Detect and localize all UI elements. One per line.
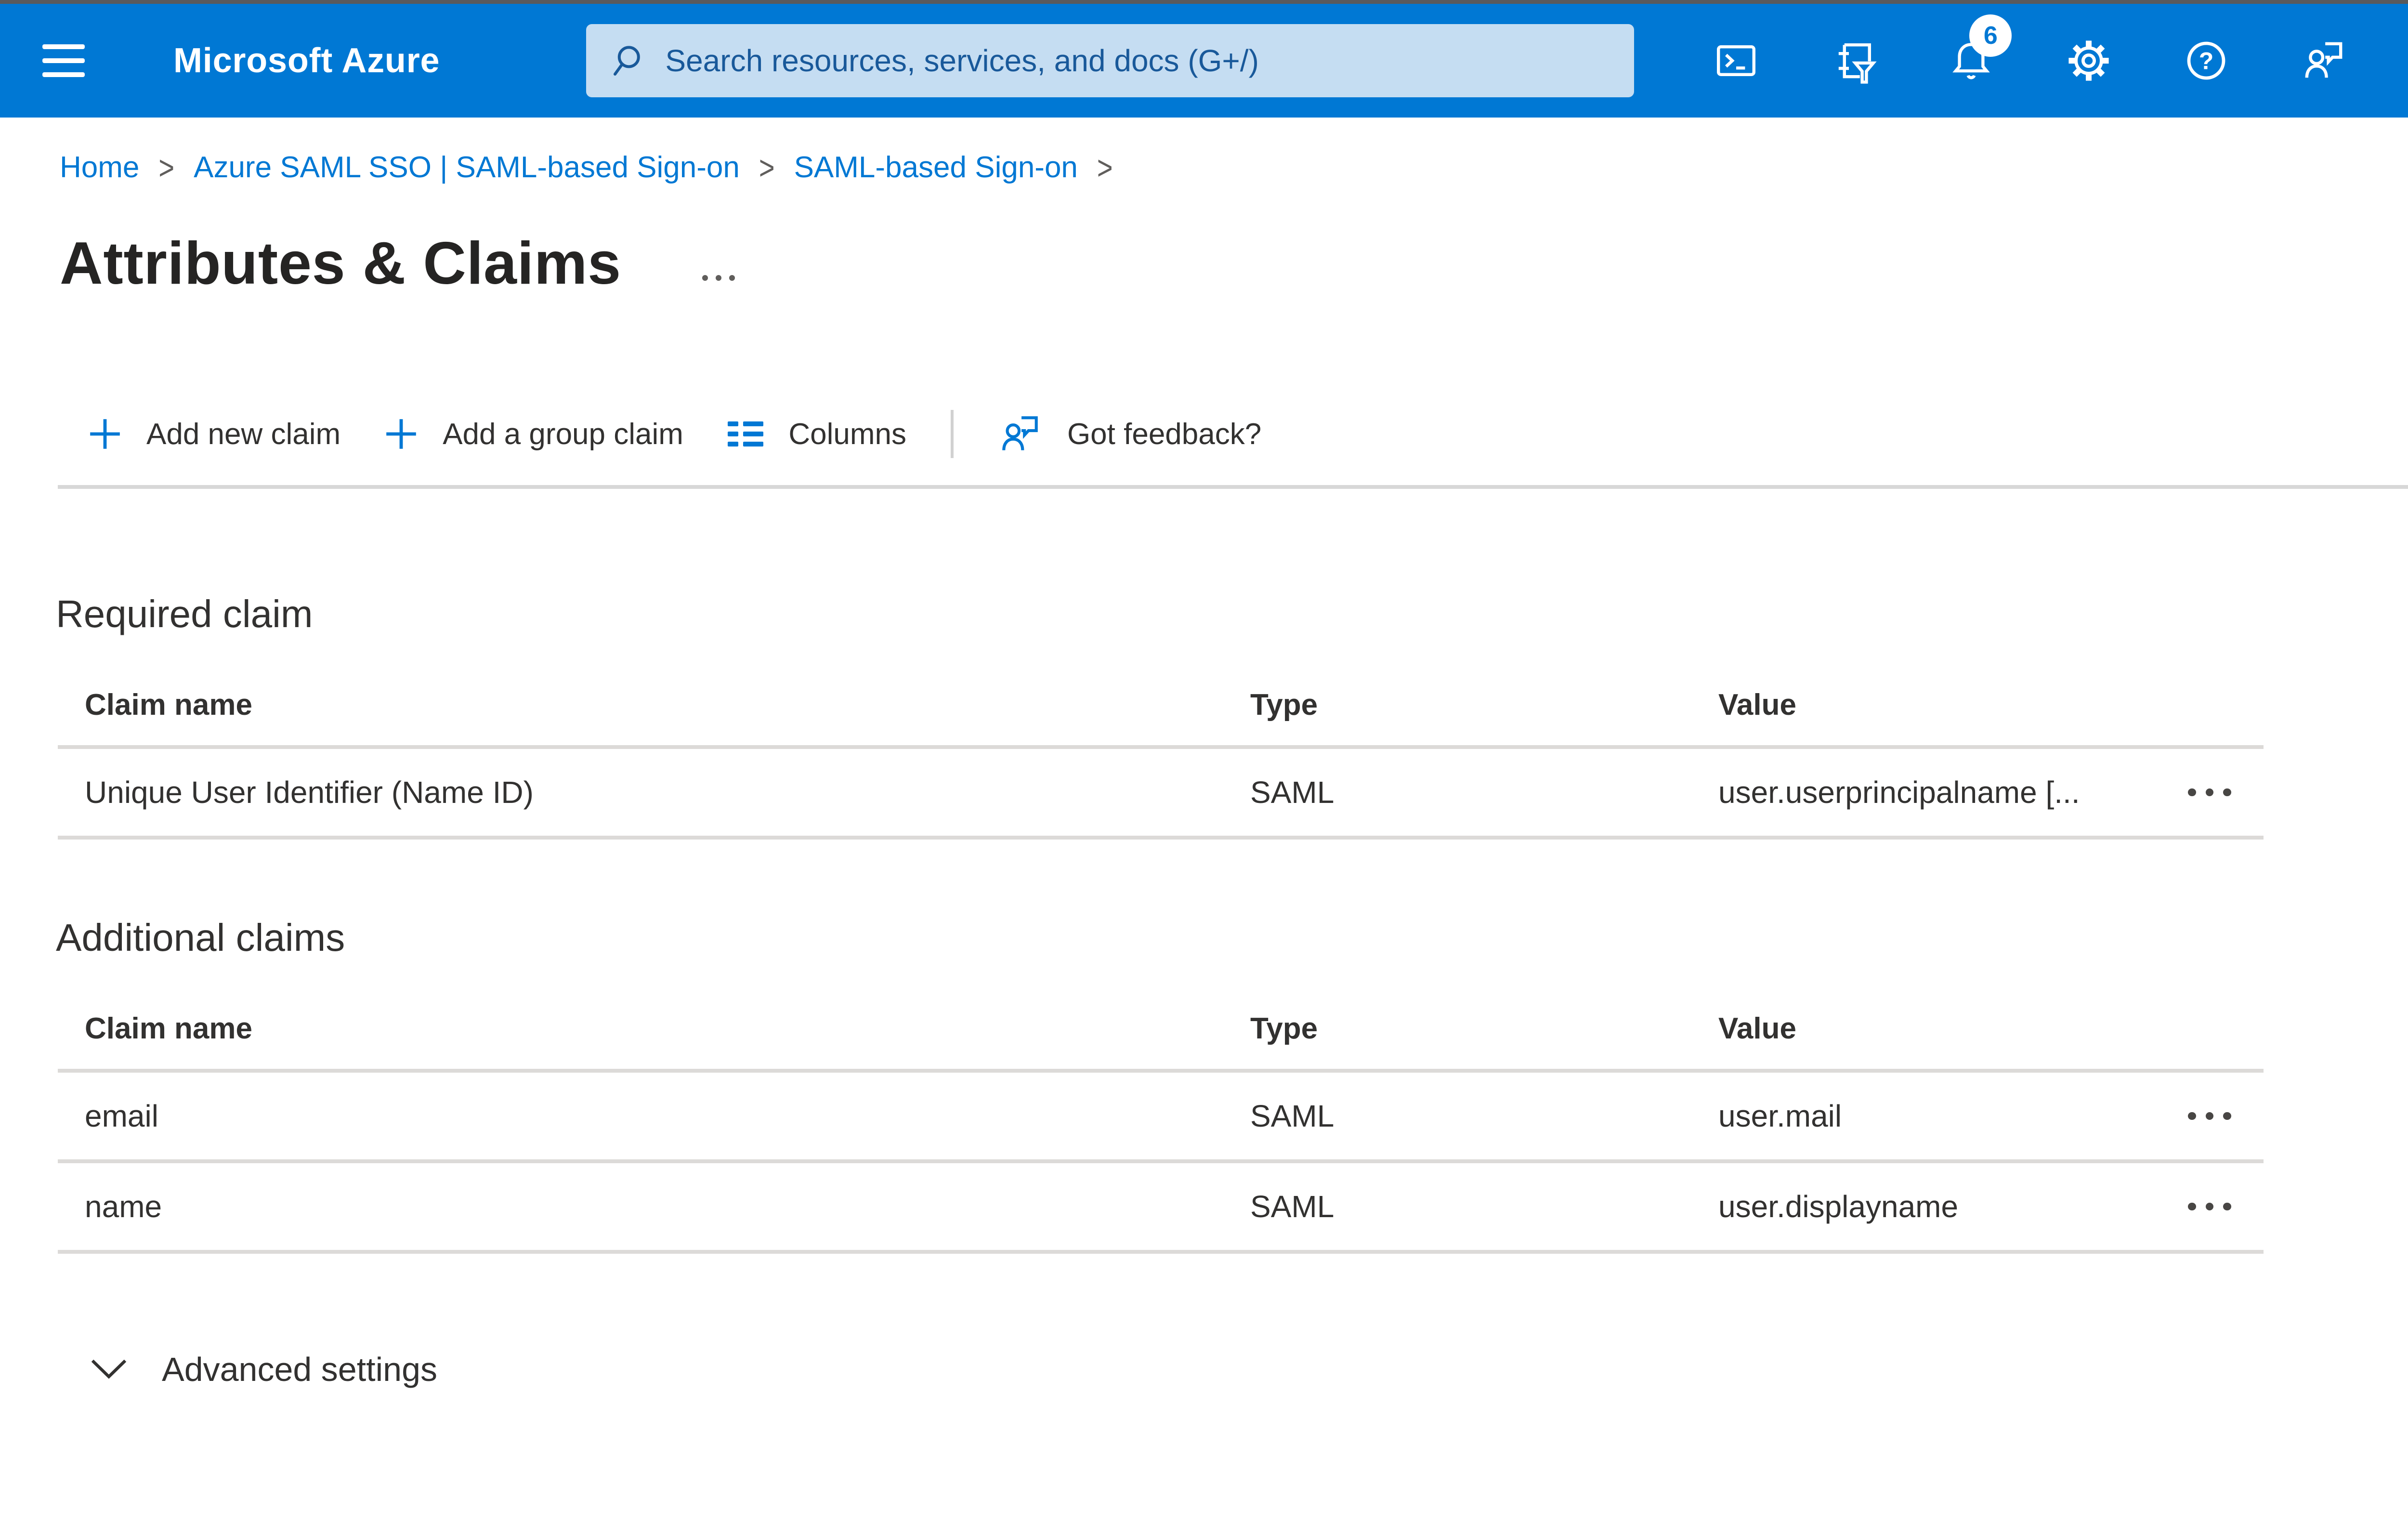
table-header-row: Claim name Type Value [58, 664, 2264, 749]
claim-value-cell: user.displayname [1718, 1189, 1959, 1224]
add-group-claim-label: Add a group claim [443, 417, 683, 451]
breadcrumb-separator: > [158, 148, 175, 186]
additional-claims-heading: Additional claims [56, 916, 345, 959]
claim-type-cell: SAML [1250, 1189, 1335, 1224]
directory-filter-button[interactable] [1831, 38, 1877, 84]
add-new-claim-label: Add new claim [146, 417, 341, 451]
table-row[interactable]: Unique User Identifier (Name ID) SAML us… [58, 749, 2264, 840]
settings-gear-icon [2068, 40, 2109, 81]
breadcrumb-separator: > [759, 148, 775, 186]
cloud-shell-button[interactable] [1713, 38, 1759, 84]
chevron-down-icon [91, 1359, 127, 1379]
claim-name-cell: name [85, 1189, 162, 1224]
azure-portal-window: Microsoft Azure Search resources, servic… [0, 0, 2408, 1523]
claim-value-cell: user.userprincipalname [... [1718, 775, 2080, 810]
add-new-claim-button[interactable]: Add new claim [89, 417, 340, 451]
plus-icon [90, 419, 120, 449]
directory-filter-icon [1839, 43, 1877, 84]
breadcrumb: Home > Azure SAML SSO | SAML-based Sign-… [60, 148, 2408, 186]
advanced-settings-label: Advanced settings [162, 1351, 438, 1388]
column-header-type: Type [1250, 1011, 1318, 1045]
got-feedback-label: Got feedback? [1067, 417, 1262, 451]
plus-icon [386, 419, 416, 449]
notification-badge[interactable]: 6 [1969, 14, 2012, 57]
feedback-button[interactable] [2301, 38, 2347, 84]
advanced-settings-toggle[interactable]: Advanced settings [91, 1350, 437, 1389]
column-header-value: Value [1718, 688, 1796, 722]
page-title: Attributes & Claims [60, 230, 621, 297]
feedback-icon [2305, 42, 2343, 78]
breadcrumb-separator: > [1097, 148, 1113, 186]
columns-button[interactable]: Columns [727, 417, 906, 451]
breadcrumb-link-home[interactable]: Home [60, 150, 139, 184]
row-menu-button[interactable] [2156, 1163, 2264, 1250]
window-top-edge [0, 0, 2408, 4]
page-context-menu-button[interactable] [698, 271, 739, 285]
column-header-type: Type [1250, 688, 1318, 722]
search-icon [614, 46, 641, 76]
column-header-claim-name: Claim name [85, 688, 253, 722]
table-row[interactable]: email SAML user.mail [58, 1073, 2264, 1163]
claim-name-cell: email [85, 1099, 158, 1133]
claim-value-cell: user.mail [1718, 1099, 1842, 1133]
search-input[interactable] [665, 43, 1611, 79]
got-feedback-button[interactable]: Got feedback? [998, 412, 1261, 456]
columns-icon [727, 421, 764, 446]
help-icon: ? [2187, 41, 2225, 80]
table-row[interactable]: name SAML user.displayname [58, 1163, 2264, 1254]
command-bar-divider [58, 485, 2408, 489]
cloud-shell-icon [1717, 45, 1756, 76]
hamburger-menu-button[interactable] [42, 44, 85, 77]
additional-claims-table: Claim name Type Value email SAML user.ma… [58, 988, 2264, 1254]
toolbar-separator [950, 410, 954, 458]
global-search-box[interactable] [586, 24, 1635, 97]
command-bar: Add new claim Add a group claim Columns [89, 408, 2408, 460]
claim-name-cell: Unique User Identifier (Name ID) [85, 775, 534, 810]
claim-type-cell: SAML [1250, 775, 1335, 810]
column-header-claim-name: Claim name [85, 1011, 253, 1045]
svg-text:?: ? [2199, 48, 2214, 75]
claim-type-cell: SAML [1250, 1099, 1335, 1133]
help-button[interactable]: ? [2183, 38, 2229, 84]
settings-button[interactable] [2066, 38, 2112, 84]
breadcrumb-link-saml-signon[interactable]: SAML-based Sign-on [794, 150, 1078, 184]
feedback-icon [1002, 416, 1038, 450]
column-header-value: Value [1718, 1011, 1796, 1045]
page-header: Attributes & Claims [60, 225, 2408, 298]
columns-label: Columns [788, 417, 906, 451]
notifications-button[interactable]: 6 [1948, 14, 2012, 84]
breadcrumb-link-app[interactable]: Azure SAML SSO | SAML-based Sign-on [194, 150, 740, 184]
required-claim-table: Claim name Type Value Unique User Identi… [58, 664, 2264, 840]
row-menu-button[interactable] [2156, 1073, 2264, 1159]
row-menu-button[interactable] [2156, 749, 2264, 836]
required-claim-heading: Required claim [56, 592, 313, 635]
product-title[interactable]: Microsoft Azure [173, 41, 440, 80]
add-group-claim-button[interactable]: Add a group claim [385, 417, 683, 451]
table-header-row: Claim name Type Value [58, 988, 2264, 1073]
azure-top-bar: Microsoft Azure Search resources, servic… [0, 4, 2408, 118]
topbar-icon-group: 6 ? [1713, 14, 2347, 84]
